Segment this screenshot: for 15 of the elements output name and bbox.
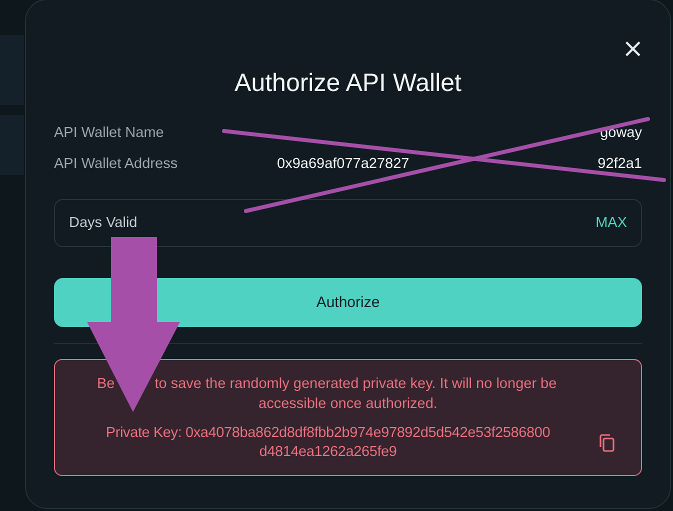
dialog-title: Authorize API Wallet bbox=[234, 68, 462, 99]
warning-message: accessible once authorized. bbox=[258, 395, 438, 414]
detail-value: 0x9a69af077a27827 bbox=[277, 156, 410, 172]
detail-value: 92f2a1 bbox=[598, 156, 642, 172]
warning-message: to save the randomly generated private key. It will no longer be bbox=[154, 375, 557, 394]
days-valid-field[interactable]: Days Valid MAX bbox=[54, 199, 642, 247]
warning-message: Be bbox=[97, 375, 115, 394]
detail-label: API Wallet Address bbox=[54, 156, 178, 172]
private-key-text: Private Key: 0xa4078ba862d8df8fbb2b974e97892d5d542e53f2586800 d4814ea1262a265fe9 bbox=[104, 424, 552, 462]
detail-value: goway bbox=[600, 124, 642, 140]
authorize-button[interactable]: Authorize bbox=[54, 278, 642, 327]
close-button[interactable]: × bbox=[622, 38, 642, 60]
copy-icon[interactable] bbox=[599, 434, 615, 452]
detail-label: API Wallet Name bbox=[54, 124, 164, 140]
max-button[interactable]: MAX bbox=[596, 215, 627, 231]
